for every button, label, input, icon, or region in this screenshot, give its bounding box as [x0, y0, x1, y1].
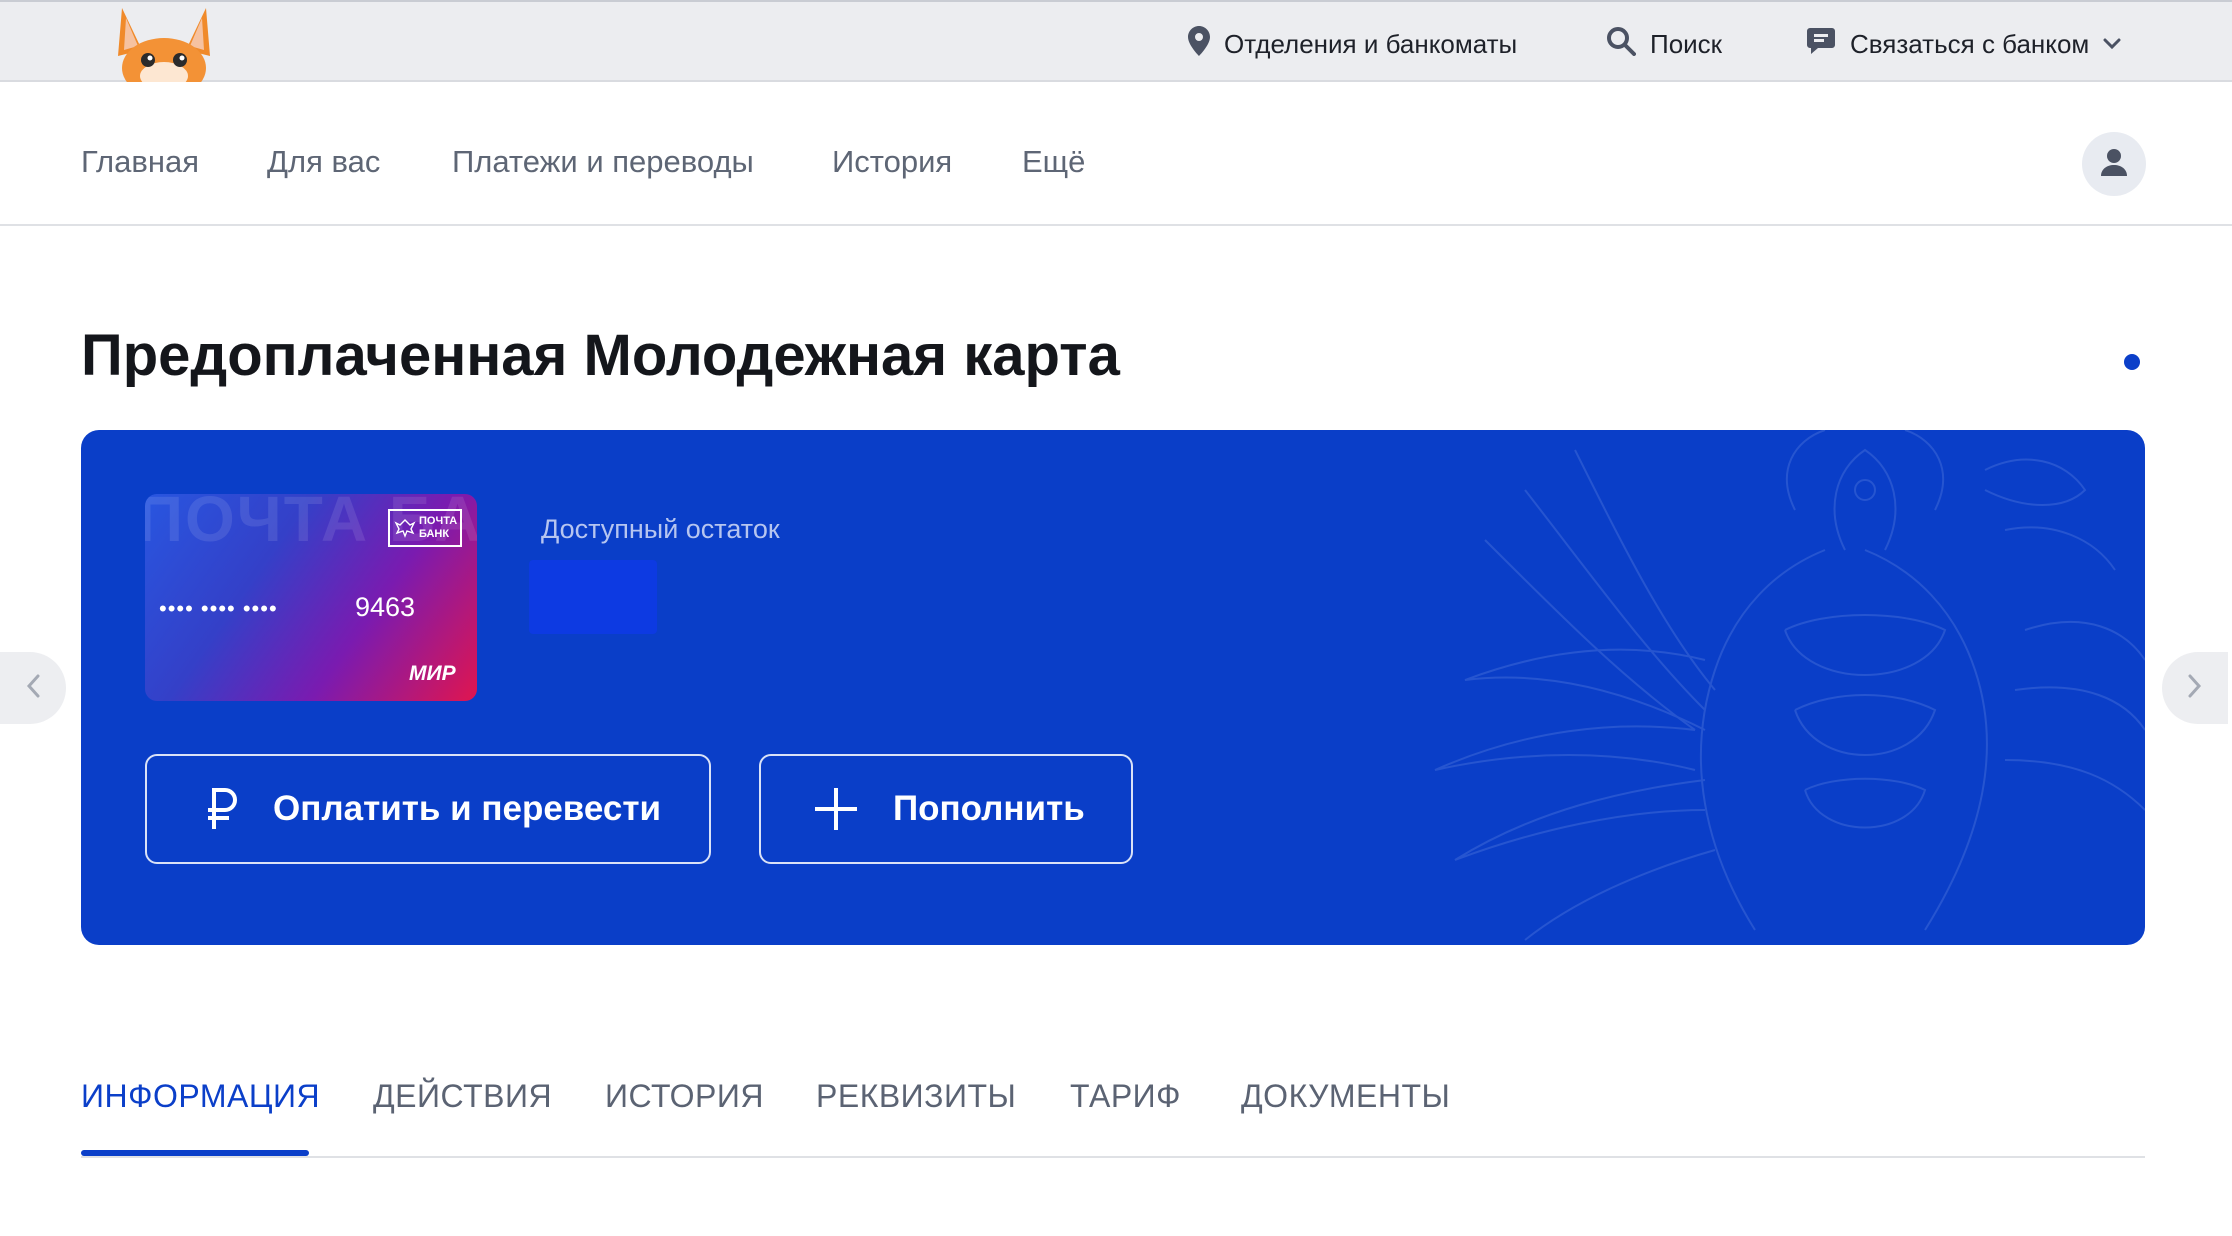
top-up-button-label: Пополнить [893, 789, 1085, 828]
card-last4: 9463 [355, 592, 416, 622]
chevron-down-icon [2103, 38, 2135, 50]
ruble-icon [205, 787, 239, 831]
tab-actions[interactable]: ДЕЙСТВИЯ [373, 1078, 552, 1115]
top-utility-bar: Отделения и банкоматы Поиск Связаться с … [0, 0, 2232, 98]
fox-mascot-logo[interactable] [112, 6, 216, 98]
top-up-button[interactable]: Пополнить [759, 754, 1133, 864]
bank-card[interactable]: ПОЧТА БАНК ПОЧТА БАНК •••• •••• •••• 946… [145, 494, 477, 701]
chevron-left-icon [25, 673, 41, 704]
pay-button-label: Оплатить и перевести [273, 789, 661, 828]
mir-logo: МИР [409, 662, 456, 685]
plus-icon [813, 786, 859, 832]
eagle-emblem-watermark [1434, 430, 2145, 941]
branches-label: Отделения и банкоматы [1224, 28, 1518, 59]
chat-icon [1806, 26, 1850, 63]
active-tab-indicator [81, 1150, 309, 1156]
balance-label: Доступный остаток [541, 514, 780, 544]
card-tabs: ИНФОРМАЦИЯ ДЕЙСТВИЯ ИСТОРИЯ РЕКВИЗИТЫ ТА… [81, 1072, 2145, 1158]
search-icon [1606, 26, 1650, 63]
pay-and-transfer-button[interactable]: Оплатить и перевести [145, 754, 711, 864]
balance-value-hidden [529, 560, 657, 634]
tab-requisites[interactable]: РЕКВИЗИТЫ [816, 1078, 1016, 1115]
nav-item-payments[interactable]: Платежи и переводы [452, 144, 754, 180]
user-icon [2098, 146, 2130, 183]
nav-item-for-you[interactable]: Для вас [267, 144, 380, 180]
main-navigation: Главная Для вас Платежи и переводы Истор… [0, 82, 2232, 226]
contact-bank-dropdown[interactable]: Связаться с банком [1806, 24, 2135, 64]
contact-label: Связаться с банком [1850, 28, 2090, 59]
nav-item-history[interactable]: История [832, 144, 952, 180]
card-masked-number: •••• •••• •••• [159, 596, 278, 621]
card-logo-line2: БАНК [419, 528, 450, 540]
tab-information[interactable]: ИНФОРМАЦИЯ [81, 1078, 320, 1115]
branches-link[interactable]: Отделения и банкоматы [1188, 24, 1517, 64]
carousel-indicator-dot[interactable] [2124, 354, 2140, 370]
page-title: Предоплаченная Молодежная карта [81, 323, 1120, 388]
pochta-bank-card-logo: ПОЧТА БАНК [388, 509, 462, 547]
carousel-next-button[interactable] [2162, 652, 2228, 724]
eagle-logo-icon [394, 519, 416, 538]
card-panel: ПОЧТА БАНК ПОЧТА БАНК •••• •••• •••• 946… [81, 430, 2145, 945]
profile-button[interactable] [2082, 132, 2146, 196]
search-label: Поиск [1650, 28, 1723, 59]
search-link[interactable]: Поиск [1606, 24, 1722, 64]
nav-item-more[interactable]: Ещё [1022, 144, 1085, 180]
tab-history[interactable]: ИСТОРИЯ [605, 1078, 764, 1115]
carousel-prev-button[interactable] [0, 652, 66, 724]
nav-item-home[interactable]: Главная [81, 144, 199, 180]
tab-tariff[interactable]: ТАРИФ [1070, 1078, 1181, 1115]
tab-documents[interactable]: ДОКУМЕНТЫ [1241, 1078, 1450, 1115]
location-pin-icon [1188, 25, 1224, 63]
chevron-right-icon [2187, 673, 2203, 704]
card-logo-line1: ПОЧТА [419, 515, 458, 527]
